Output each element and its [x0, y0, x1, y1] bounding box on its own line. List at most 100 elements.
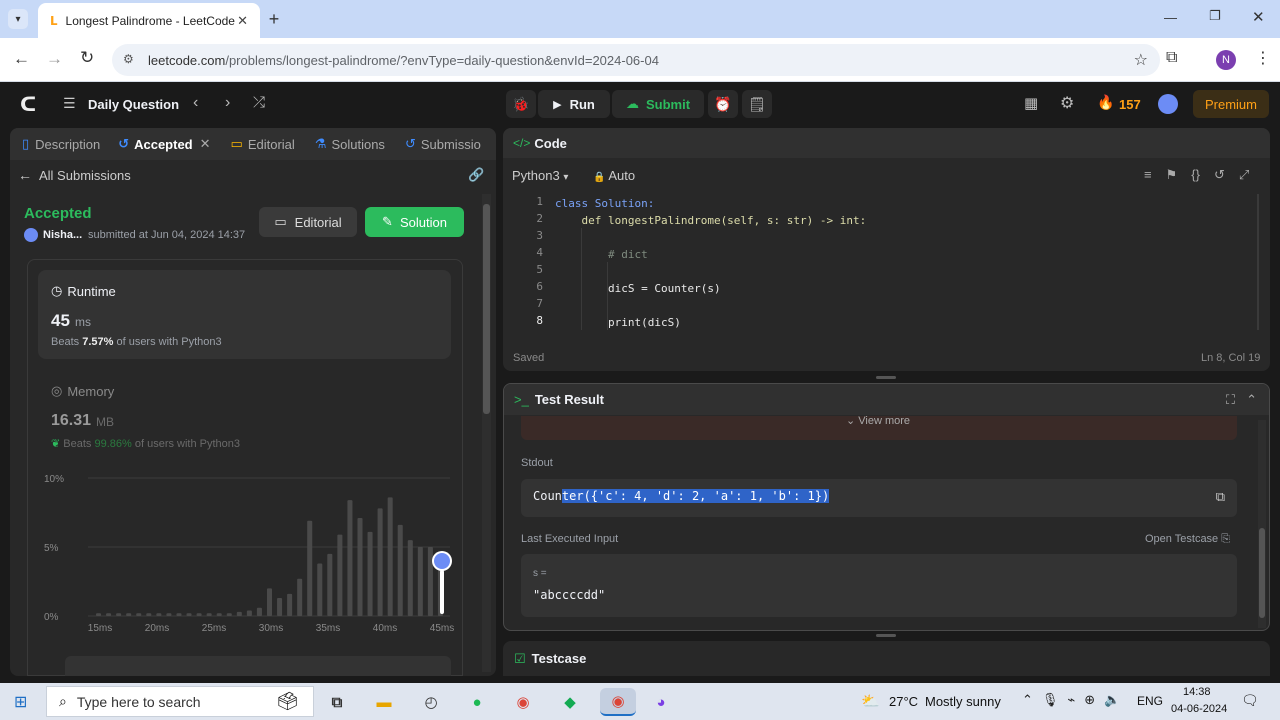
- memory-card[interactable]: ◎ Memory 16.31 MB ❦ Beats 99.86% of users…: [38, 370, 451, 455]
- code-editor[interactable]: 1 2 3 4 5 6 7 8 class Solution: def long…: [503, 194, 1270, 334]
- search-highlight-icon: 🗳: [276, 691, 299, 711]
- premium-button[interactable]: Premium: [1193, 90, 1269, 118]
- forward-arrow-icon[interactable]: →: [46, 49, 63, 69]
- runtime-card[interactable]: ◷ Runtime 45 ms Beats 7.57% of users with…: [38, 270, 451, 359]
- user-name[interactable]: Nisha...: [43, 229, 82, 241]
- panel-resize-handle[interactable]: [876, 376, 896, 379]
- window-restore-icon[interactable]: ❐: [1209, 8, 1221, 24]
- open-testcase-link[interactable]: Open Testcase ⎘: [1145, 533, 1230, 546]
- user-avatar[interactable]: [1158, 94, 1178, 114]
- bookmark-star-icon[interactable]: ☆: [1134, 50, 1148, 70]
- run-label: Run: [569, 96, 595, 112]
- back-arrow-icon[interactable]: ←: [18, 167, 32, 183]
- streak-count[interactable]: 157: [1119, 97, 1141, 112]
- result-scrollbar-track[interactable]: [1258, 420, 1266, 628]
- maximize-icon[interactable]: ⛶: [1226, 392, 1235, 408]
- language-label: Python3: [512, 168, 560, 183]
- clock-time[interactable]: 14:38: [1183, 686, 1211, 698]
- streak-flame-icon: 🔥: [1097, 94, 1115, 110]
- result-scrollbar-thumb[interactable]: [1259, 528, 1265, 618]
- bookmark-icon[interactable]: ⚑: [1166, 167, 1178, 183]
- profile-avatar[interactable]: N: [1216, 50, 1236, 70]
- clock-app-icon[interactable]: ◴: [417, 688, 445, 716]
- view-more-link[interactable]: ⌄ View more: [846, 414, 910, 427]
- battery-plug-icon[interactable]: ⌁: [1067, 692, 1075, 708]
- expand-icon[interactable]: ⤢: [1239, 167, 1249, 183]
- terminal-prompt-icon: >_: [514, 392, 529, 407]
- notifications-icon[interactable]: 🗨: [1241, 692, 1259, 709]
- copy-icon[interactable]: ⧉: [1216, 489, 1225, 505]
- reload-icon[interactable]: ↻: [80, 48, 94, 68]
- network-globe-icon[interactable]: ⊕: [1084, 692, 1095, 708]
- extensions-puzzle-icon[interactable]: ⧉: [1166, 49, 1177, 67]
- microphone-icon[interactable]: 🎙: [1042, 692, 1059, 708]
- format-lines-icon[interactable]: ≡: [1144, 167, 1152, 183]
- weather-desc[interactable]: Mostly sunny: [925, 694, 1001, 709]
- stdout-box[interactable]: Counter({'c': 4, 'd': 2, 'a': 1, 'b': 1}…: [521, 479, 1237, 517]
- tab-close-icon[interactable]: ✕: [237, 13, 248, 29]
- chart-bar: [236, 611, 242, 616]
- last-input-box[interactable]: s = "abccccdd": [521, 554, 1237, 617]
- tab-list-chevron-icon[interactable]: ▾: [8, 9, 28, 29]
- browser-tab[interactable]: ᒪ Longest Palindrome - LeetCode ✕: [38, 3, 260, 38]
- volume-icon[interactable]: 🔈: [1104, 692, 1120, 708]
- clock-date[interactable]: 04-06-2024: [1171, 703, 1227, 715]
- window-close-icon[interactable]: ✕: [1252, 8, 1265, 26]
- windows-start-icon[interactable]: ⊞: [14, 692, 27, 712]
- tab-solutions[interactable]: ⚗ Solutions: [315, 136, 385, 152]
- layout-grid-icon[interactable]: ▦: [1024, 94, 1038, 112]
- left-scrollbar-track[interactable]: [482, 194, 491, 672]
- history-icon: ↺: [118, 136, 130, 151]
- browser-menu-icon[interactable]: ⋮: [1255, 48, 1271, 68]
- input-language[interactable]: ENG: [1137, 694, 1163, 708]
- testcase-panel[interactable]: ☑ Testcase: [503, 641, 1270, 676]
- braces-icon[interactable]: {}: [1191, 167, 1200, 183]
- spotify-icon[interactable]: ●: [463, 688, 491, 716]
- task-view-icon[interactable]: ⧉: [323, 688, 351, 716]
- tab-submissions[interactable]: ↺ Submissio: [405, 136, 481, 152]
- taskbar-search-box[interactable]: ⌕ Type here to search 🗳: [46, 686, 314, 717]
- auto-mode[interactable]: 🔒 Auto: [593, 168, 635, 183]
- weather-temp[interactable]: 27°C: [889, 694, 918, 709]
- edit-pencil-icon: ✎: [382, 214, 393, 229]
- file-explorer-icon[interactable]: ▬: [370, 688, 398, 716]
- solution-button[interactable]: ✎ Solution: [365, 207, 464, 237]
- editorial-button[interactable]: ▭ Editorial: [259, 207, 357, 237]
- share-link-icon[interactable]: 🔗: [468, 167, 484, 183]
- panel-resize-handle[interactable]: [876, 634, 896, 637]
- submit-button[interactable]: ☁ Submit: [612, 90, 704, 118]
- alarm-clock-icon[interactable]: ⏰: [708, 90, 738, 118]
- prev-problem-chevron-icon[interactable]: ‹: [193, 94, 198, 112]
- tab-editorial[interactable]: ▭ Editorial: [231, 136, 295, 152]
- left-scrollbar-thumb[interactable]: [483, 204, 490, 414]
- collapse-chevron-up-icon[interactable]: ⌃: [1246, 392, 1257, 408]
- site-settings-icon[interactable]: ⚙: [123, 52, 134, 66]
- tray-chevron-up-icon[interactable]: ⌃: [1022, 692, 1033, 708]
- new-tab-plus-icon[interactable]: +: [264, 9, 284, 29]
- language-select[interactable]: Python3 ▾: [512, 168, 568, 183]
- memory-chip-icon: ◎: [51, 383, 63, 398]
- mongodb-icon[interactable]: ◆: [556, 688, 584, 716]
- all-submissions-link[interactable]: All Submissions: [39, 168, 131, 183]
- tab-close-icon[interactable]: ✕: [200, 136, 211, 152]
- problem-list-icon[interactable]: ☰: [63, 95, 76, 112]
- leetcode-logo-icon[interactable]: ᑕ: [20, 92, 36, 117]
- runtime-distribution-chart[interactable]: 10% 5% 0% 15ms 20ms 25ms 30ms 35ms 40ms 45ms: [38, 466, 458, 646]
- editor-scrollbar[interactable]: [1257, 194, 1259, 330]
- tab-description[interactable]: ▯ Description: [22, 136, 100, 152]
- discord-icon[interactable]: ◕: [647, 688, 675, 716]
- next-problem-chevron-icon[interactable]: ›: [225, 94, 230, 112]
- reset-icon[interactable]: ↺: [1214, 167, 1225, 183]
- run-button[interactable]: ▶ Run: [538, 90, 610, 118]
- notes-icon[interactable]: 🗒: [742, 90, 772, 118]
- debug-bug-icon[interactable]: 🐞: [506, 90, 536, 118]
- settings-gear-icon[interactable]: ⚙: [1060, 93, 1074, 113]
- url-field[interactable]: ⚙ leetcode.com/problems/longest-palindro…: [112, 44, 1160, 76]
- daily-question-label[interactable]: Daily Question: [88, 97, 179, 112]
- chrome-profile-icon[interactable]: ◉: [600, 688, 636, 716]
- window-minimize-icon[interactable]: —: [1164, 10, 1177, 25]
- shuffle-icon[interactable]: ⤮: [253, 94, 265, 111]
- chrome-icon[interactable]: ◉: [509, 688, 537, 716]
- back-arrow-icon[interactable]: ←: [13, 49, 30, 69]
- tab-accepted[interactable]: ↺ Accepted ✕: [118, 136, 210, 152]
